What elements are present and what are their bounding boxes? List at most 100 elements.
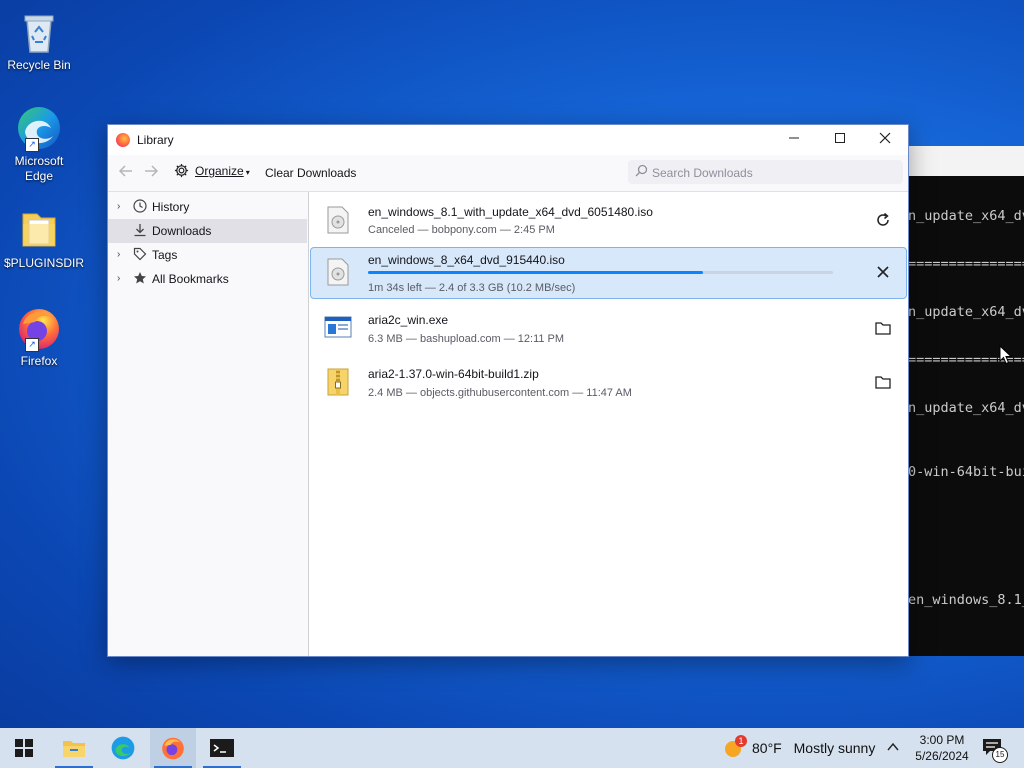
maximize-button[interactable]: [817, 125, 863, 155]
firefox-icon: [116, 133, 130, 147]
downloads-list: en_windows_8.1_with_update_x64_dvd_60514…: [309, 192, 908, 656]
taskbar-edge[interactable]: [100, 728, 146, 768]
weather-widget[interactable]: 1 80°F Mostly sunny: [724, 735, 875, 758]
folder-icon: [875, 322, 891, 335]
notification-count: 15: [992, 747, 1008, 763]
retry-icon: [877, 212, 889, 226]
download-icon: [132, 219, 148, 243]
sidebar-item-label: Tags: [152, 248, 178, 262]
desktop-icon-firefox[interactable]: ↗ Firefox: [4, 304, 74, 369]
sidebar-item-label: All Bookmarks: [152, 272, 229, 286]
firefox-icon: ↗: [15, 304, 63, 352]
download-filename: aria2-1.37.0-win-64bit-build1.zip: [368, 367, 539, 381]
desktop-icon-label: Microsoft Edge: [14, 154, 64, 183]
notifications-button[interactable]: 15: [982, 738, 1008, 763]
taskbar-terminal[interactable]: [199, 728, 245, 768]
download-status: Canceled — bobpony.com — 2:45 PM: [368, 224, 555, 236]
chevron-right-icon[interactable]: ›: [117, 195, 120, 219]
show-in-folder-button[interactable]: [871, 370, 895, 394]
sidebar-item-label: Downloads: [152, 224, 212, 238]
folder-icon: [875, 376, 891, 389]
desktop-icon-recycle-bin[interactable]: Recycle Bin: [4, 8, 74, 73]
chevron-up-icon: [887, 742, 899, 751]
organize-label: Organize: [195, 164, 244, 178]
weather-sun-icon: 1: [724, 735, 747, 758]
gear-icon: [174, 163, 189, 178]
desktop-icon-edge[interactable]: ↗ Microsoft Edge: [4, 104, 74, 184]
sidebar-item-history[interactable]: › History: [108, 195, 307, 219]
minimize-icon: [789, 137, 799, 139]
search-input[interactable]: [650, 163, 894, 183]
download-filename: aria2c_win.exe: [368, 313, 449, 327]
file-explorer-icon: [63, 741, 85, 757]
library-titlebar[interactable]: Library: [108, 125, 908, 155]
taskbar-clock[interactable]: 3:00 PM 5/26/2024: [914, 732, 970, 764]
download-row[interactable]: aria2-1.37.0-win-64bit-build1.zip 2.4 MB…: [310, 357, 907, 407]
download-row[interactable]: en_windows_8_x64_dvd_915440.iso 1m 34s l…: [310, 247, 907, 299]
clock-time: 3:00 PM: [919, 733, 965, 747]
disc-image-file-icon: [327, 258, 349, 286]
shortcut-arrow-icon: ↗: [25, 338, 39, 352]
library-toolbar: Organize ▾ Clear Downloads: [108, 155, 908, 192]
close-icon: [879, 132, 891, 144]
start-button[interactable]: [0, 728, 46, 768]
download-status: 2.4 MB — objects.githubusercontent.com —…: [368, 387, 632, 399]
tag-icon: [132, 243, 148, 267]
edge-icon: ↗: [15, 104, 63, 152]
taskbar-firefox[interactable]: [150, 728, 196, 768]
zip-archive-file-icon: [327, 368, 349, 396]
sidebar-item-tags[interactable]: › Tags: [108, 243, 307, 267]
weather-temperature: 80°F: [752, 740, 782, 756]
library-window[interactable]: Library Organize ▾ Clear Downloads Searc…: [107, 124, 909, 657]
organize-button[interactable]: Organize ▾: [174, 163, 250, 178]
star-icon: [132, 267, 148, 291]
sidebar-item-all-bookmarks[interactable]: › All Bookmarks: [108, 267, 307, 291]
firefox-icon: [162, 737, 184, 760]
download-row[interactable]: aria2c_win.exe 6.3 MB — bashupload.com —…: [310, 303, 907, 353]
close-icon: [877, 266, 889, 278]
terminal-icon: [210, 739, 234, 757]
download-filename: en_windows_8.1_with_update_x64_dvd_60514…: [368, 205, 653, 219]
maximize-icon: [835, 133, 845, 143]
windows-logo-icon: [15, 739, 33, 757]
sidebar-item-label: History: [152, 200, 190, 214]
download-status: 1m 34s left — 2.4 of 3.3 GB (10.2 MB/sec…: [368, 282, 576, 294]
taskbar: 1 80°F Mostly sunny 3:00 PM 5/26/2024 15: [0, 728, 1024, 768]
taskbar-file-explorer[interactable]: [51, 728, 97, 768]
library-sidebar: › History Downloads › Tags › All Bookmar…: [108, 192, 309, 656]
minimize-button[interactable]: [771, 125, 817, 155]
folder-icon: [15, 206, 63, 254]
clock-icon: [132, 195, 148, 219]
download-progress-fill: [368, 271, 703, 274]
desktop-icon-pluginsdir[interactable]: $PLUGINSDIR: [4, 206, 84, 271]
download-filename: en_windows_8_x64_dvd_915440.iso: [368, 253, 565, 267]
back-button[interactable]: [118, 163, 134, 184]
window-title: Library: [137, 133, 174, 147]
arrow-right-icon: [145, 165, 159, 177]
show-hidden-icons-button[interactable]: [886, 740, 900, 757]
desktop-icon-label: Firefox: [20, 354, 58, 368]
chevron-right-icon[interactable]: ›: [117, 243, 120, 267]
retry-button[interactable]: [871, 208, 895, 232]
sidebar-item-downloads[interactable]: Downloads: [108, 219, 307, 243]
clock-date: 5/26/2024: [915, 749, 969, 763]
recycle-bin-icon: [15, 8, 63, 56]
clear-downloads-button[interactable]: Clear Downloads: [265, 166, 356, 180]
search-icon: [635, 164, 648, 180]
show-in-folder-button[interactable]: [871, 316, 895, 340]
chevron-down-icon: ▾: [245, 168, 250, 177]
search-box[interactable]: [628, 160, 903, 184]
chevron-right-icon[interactable]: ›: [117, 267, 120, 291]
desktop-icon-label: Recycle Bin: [7, 58, 71, 72]
download-row[interactable]: en_windows_8.1_with_update_x64_dvd_60514…: [310, 195, 907, 245]
download-status: 6.3 MB — bashupload.com — 12:11 PM: [368, 333, 565, 345]
arrow-left-icon: [118, 165, 132, 177]
close-button[interactable]: [862, 125, 908, 155]
terminal-output: n_update_x64_dv ================ n_updat…: [908, 208, 1024, 608]
forward-button[interactable]: [143, 163, 159, 184]
download-progress-bar: [368, 271, 833, 274]
cancel-download-button[interactable]: [871, 260, 895, 284]
executable-file-icon: [324, 316, 352, 340]
disc-image-file-icon: [327, 206, 349, 234]
weather-badge: 1: [735, 735, 747, 747]
